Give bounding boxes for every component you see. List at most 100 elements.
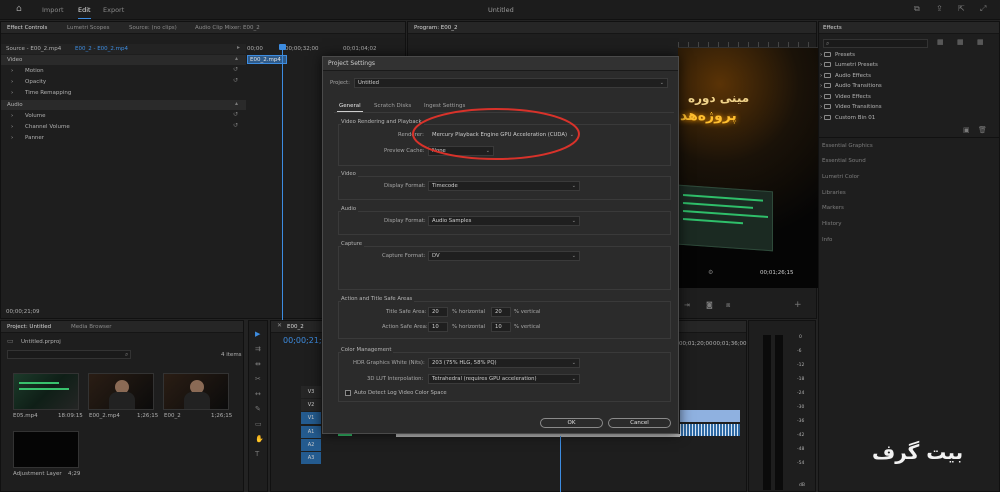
panel-markers[interactable]: Markers: [822, 205, 844, 211]
thumb-e00-2-mp4[interactable]: [88, 373, 154, 410]
ec-playhead-handle[interactable]: [279, 44, 286, 50]
quick-export-icon[interactable]: ⇱: [958, 5, 965, 13]
timeline-scrollbar[interactable]: [396, 434, 680, 437]
share-icon[interactable]: ⇪: [936, 5, 943, 13]
ec-ruler[interactable]: 00;00 00;00;32;00 00;01;04;02: [247, 44, 407, 54]
prop-volume[interactable]: Volume: [25, 113, 45, 119]
effects-item-audio-effects[interactable]: › Audio Effects: [820, 73, 871, 79]
video-section-arrow-icon[interactable]: ▴: [235, 56, 238, 62]
panel-essential-sound[interactable]: Essential Sound: [822, 158, 866, 164]
capture-format-dropdown[interactable]: DV ⌄: [428, 251, 580, 261]
auto-detect-checkbox[interactable]: [345, 390, 351, 396]
reset-icon[interactable]: ↺: [233, 112, 238, 118]
track-v2[interactable]: V2: [301, 399, 321, 411]
reset-icon[interactable]: ↺: [233, 67, 238, 73]
prop-channel-volume[interactable]: Channel Volume: [25, 124, 70, 130]
video-display-dropdown[interactable]: Timecode ⌄: [428, 181, 580, 191]
export-frame-icon[interactable]: ◙: [706, 302, 713, 309]
32bit-effects-icon[interactable]: ▦: [957, 39, 964, 46]
program-ruler[interactable]: [678, 42, 818, 48]
tab-sequence[interactable]: E00_2: [287, 324, 304, 330]
tab-effect-controls[interactable]: Effect Controls: [7, 25, 47, 31]
thumb-e05[interactable]: [13, 373, 79, 410]
workspaces-icon[interactable]: ⧉: [914, 5, 920, 13]
program-title[interactable]: Program: E00_2: [414, 25, 458, 31]
track-a3[interactable]: A3: [301, 452, 321, 464]
tab-export[interactable]: Export: [103, 6, 124, 14]
effects-item-video-transitions[interactable]: › Video Transitions: [820, 104, 882, 110]
timeline-playhead[interactable]: [560, 436, 561, 492]
hand-tool-icon[interactable]: ✋: [255, 436, 264, 443]
project-search-input[interactable]: ⌕: [7, 350, 131, 359]
effects-item-custom-bin[interactable]: › Custom Bin 01: [820, 115, 875, 121]
tab-media-browser[interactable]: Media Browser: [71, 324, 112, 330]
action-safe-v-input[interactable]: 10: [491, 322, 511, 332]
timeline-timecode[interactable]: 00;00;21;0: [283, 336, 327, 345]
thumb-e00-2-sequence[interactable]: [163, 373, 229, 410]
new-bin-icon[interactable]: ▣: [963, 127, 970, 134]
panel-lumetri-color[interactable]: Lumetri Color: [822, 174, 859, 180]
close-icon[interactable]: ✕: [277, 323, 282, 329]
audio-clip-a1[interactable]: [680, 424, 740, 436]
audio-display-dropdown[interactable]: Audio Samples ⌄: [428, 216, 580, 226]
ok-button[interactable]: OK: [540, 418, 603, 428]
effects-search-input[interactable]: ⌕: [823, 39, 928, 48]
source-label[interactable]: Source - E00_2.mp4: [6, 46, 61, 52]
panel-libraries[interactable]: Libraries: [822, 190, 846, 196]
prop-time-remapping[interactable]: Time Remapping: [25, 90, 71, 96]
track-a2[interactable]: A2: [301, 439, 321, 451]
prop-motion[interactable]: Motion: [25, 68, 44, 74]
title-safe-v-input[interactable]: 20: [491, 307, 511, 317]
clip-label[interactable]: E00_2 - E00_2.mp4: [75, 46, 128, 52]
rectangle-tool-icon[interactable]: ▭: [255, 421, 262, 428]
video-clip-v1[interactable]: [680, 410, 740, 422]
thumb-adjustment-layer[interactable]: [13, 431, 79, 468]
hdr-white-dropdown[interactable]: 203 (75% HLG, 58% PQ) ⌄: [428, 358, 580, 368]
type-tool-icon[interactable]: T: [255, 451, 259, 458]
audio-section-arrow-icon[interactable]: ▴: [235, 101, 238, 107]
yuv-effects-icon[interactable]: ▦: [977, 39, 984, 46]
track-select-icon[interactable]: ⇉: [255, 346, 261, 353]
panel-essential-graphics[interactable]: Essential Graphics: [822, 143, 873, 149]
action-safe-h-input[interactable]: 10: [428, 322, 448, 332]
effects-item-video-effects[interactable]: › Video Effects: [820, 94, 871, 100]
razor-icon[interactable]: ✂: [255, 376, 261, 383]
selection-tool-icon[interactable]: ▶: [255, 331, 260, 338]
reset-icon[interactable]: ↺: [233, 78, 238, 84]
program-video[interactable]: مینی دوره پروژه‌هد: [678, 48, 818, 288]
effects-item-audio-transitions[interactable]: › Audio Transitions: [820, 83, 882, 89]
effects-title[interactable]: Effects: [823, 25, 842, 31]
pen-tool-icon[interactable]: ✎: [255, 406, 261, 413]
comparison-view-icon[interactable]: ⧈: [726, 302, 730, 309]
tab-general[interactable]: General: [337, 103, 363, 112]
lut-interp-dropdown[interactable]: Tetrahedral (requires GPU acceleration) ⌄: [428, 374, 580, 384]
tab-source[interactable]: Source: (no clips): [129, 25, 177, 31]
track-v1[interactable]: V1: [301, 412, 321, 424]
home-icon[interactable]: ⌂: [16, 5, 22, 14]
tab-scratch-disks[interactable]: Scratch Disks: [374, 103, 411, 109]
play-only-icon[interactable]: ▸: [237, 45, 240, 51]
accelerated-effects-icon[interactable]: ▦: [937, 39, 944, 46]
fullscreen-icon[interactable]: ⤢: [980, 5, 986, 13]
ec-timecode[interactable]: 00;00;21;09: [6, 309, 40, 315]
button-editor-icon[interactable]: +: [794, 301, 802, 310]
prop-opacity[interactable]: Opacity: [25, 79, 46, 85]
tab-audio-clip-mixer[interactable]: Audio Clip Mixer: E00_2: [195, 25, 260, 31]
tab-import[interactable]: Import: [42, 6, 64, 14]
insert-icon[interactable]: ⇥: [684, 302, 690, 309]
prop-panner[interactable]: Panner: [25, 135, 44, 141]
project-name-field[interactable]: Untitled ⌄: [354, 78, 668, 88]
clip-chip[interactable]: E00_2.mp4: [247, 55, 287, 64]
effects-item-presets[interactable]: › Presets: [820, 52, 855, 58]
reset-icon[interactable]: ↺: [233, 123, 238, 129]
ec-playhead[interactable]: [282, 44, 283, 320]
panel-info[interactable]: Info: [822, 237, 832, 243]
tab-edit[interactable]: Edit: [78, 6, 91, 19]
track-v3[interactable]: V3: [301, 386, 321, 398]
effects-item-lumetri-presets[interactable]: › Lumetri Presets: [820, 62, 878, 68]
title-safe-h-input[interactable]: 20: [428, 307, 448, 317]
cancel-button[interactable]: Cancel: [608, 418, 671, 428]
tab-lumetri-scopes[interactable]: Lumetri Scopes: [67, 25, 110, 31]
panel-history[interactable]: History: [822, 221, 842, 227]
settings-icon[interactable]: ⚙: [708, 270, 713, 276]
